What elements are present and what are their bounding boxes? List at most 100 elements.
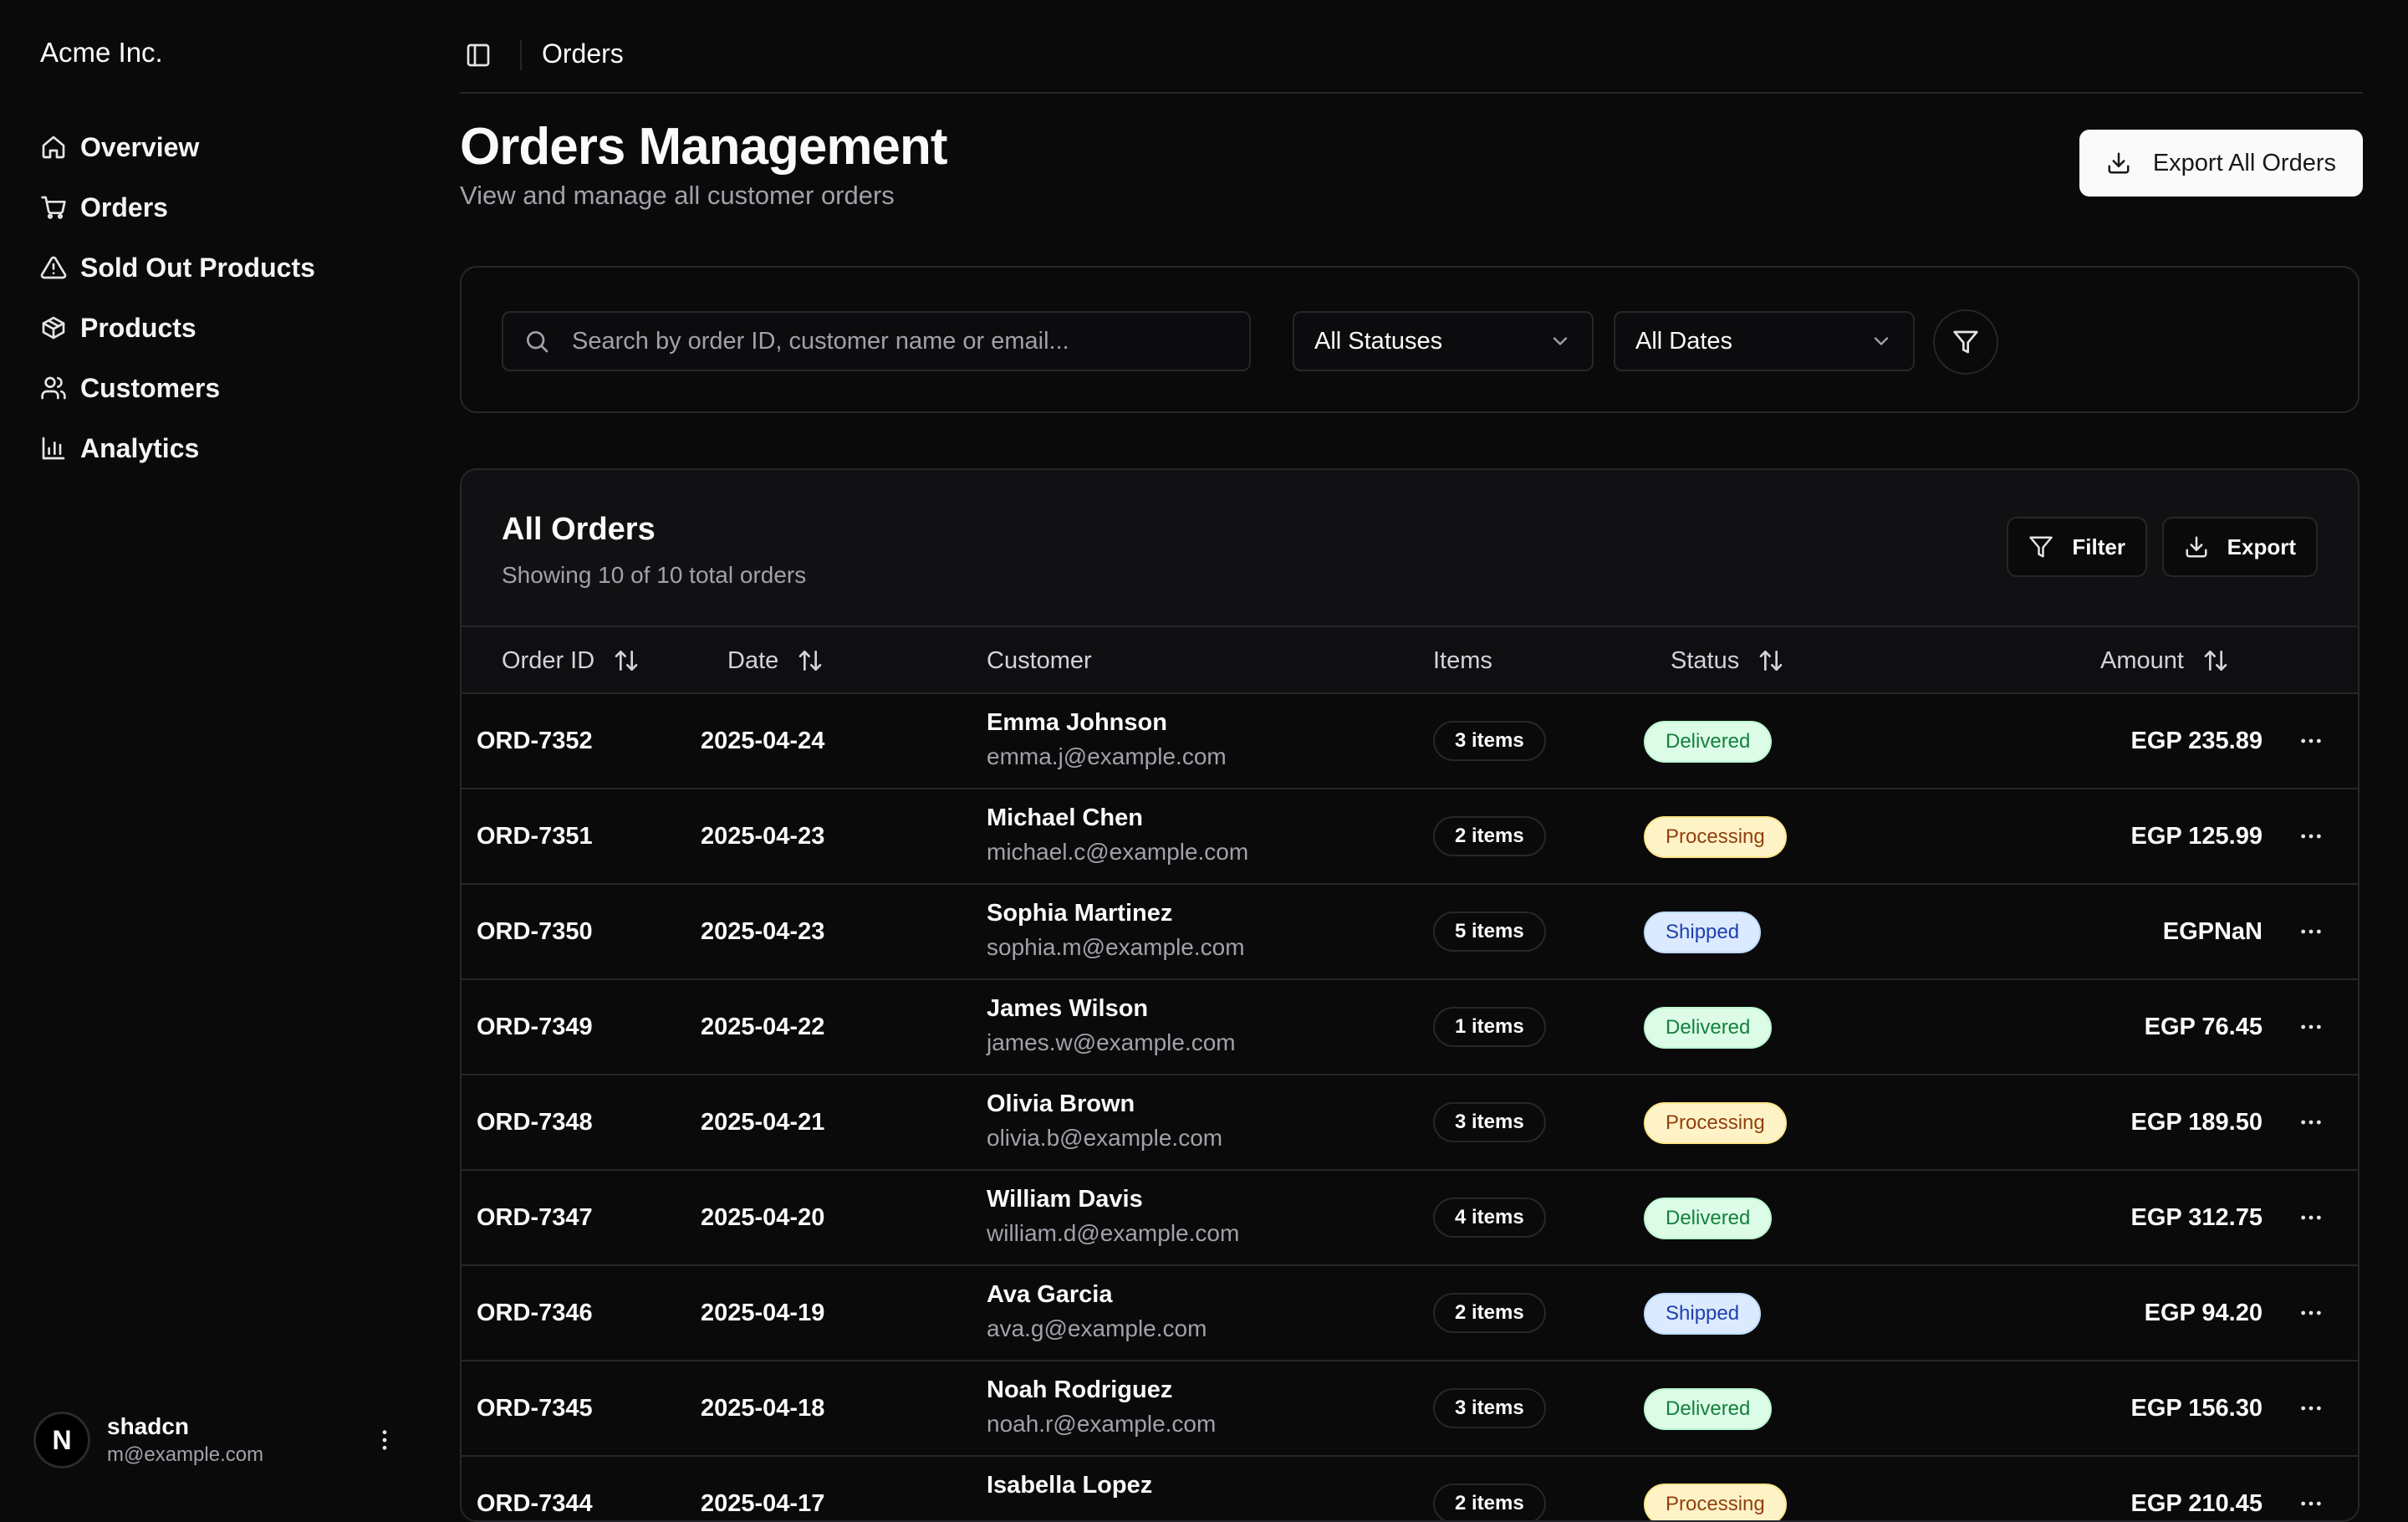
- sort-icon[interactable]: [2202, 647, 2229, 674]
- table-row[interactable]: ORD-7344 2025-04-17 Isabella Lopez 2 items P…: [462, 1457, 2358, 1520]
- more-horizontal-icon[interactable]: [2291, 1293, 2331, 1333]
- filter-button[interactable]: Filter: [2007, 517, 2147, 577]
- table-row[interactable]: ORD-7346 2025-04-19 Ava Garcia ava.g@exampl…: [462, 1266, 2358, 1361]
- column-label: Items: [1433, 646, 1492, 674]
- table-row[interactable]: ORD-7349 2025-04-22 James Wilson james.w@ex…: [462, 980, 2358, 1075]
- table-row[interactable]: ORD-7352 2025-04-24 Emma Johnson emma.j@exa…: [462, 694, 2358, 789]
- chevron-down-icon: [1548, 329, 1572, 353]
- alert-triangle-icon: [40, 254, 67, 281]
- order-amount: EGPNaN: [2162, 917, 2263, 945]
- sidebar-item-customers[interactable]: Customers: [40, 358, 315, 418]
- column-header-status[interactable]: Status: [1671, 627, 1784, 694]
- items-badge: 1 items: [1433, 1007, 1546, 1047]
- status-badge: Shipped: [1644, 1293, 1762, 1335]
- customer-cell: Michael Chen michael.c@example.com: [987, 804, 1248, 866]
- status-badge: Processing: [1644, 1102, 1787, 1144]
- customer-name: Olivia Brown: [987, 1090, 1135, 1117]
- customer-email: olivia.b@example.com: [987, 1125, 1223, 1151]
- more-horizontal-icon[interactable]: [2291, 816, 2331, 856]
- sort-icon[interactable]: [797, 647, 824, 674]
- sidebar-item-sold-out-products[interactable]: Sold Out Products: [40, 237, 315, 298]
- items-badge: 3 items: [1433, 1388, 1546, 1428]
- more-horizontal-icon[interactable]: [2291, 1102, 2331, 1142]
- order-amount: EGP 76.45: [2144, 1013, 2263, 1040]
- customer-name: William Davis: [987, 1186, 1143, 1213]
- sidebar: Acme Inc. Overview Orders Sold Out Produ…: [0, 0, 426, 1505]
- order-amount: EGP 235.89: [2130, 727, 2263, 754]
- items-badge: 4 items: [1433, 1198, 1546, 1238]
- brand-name: Acme Inc.: [40, 37, 163, 68]
- order-date: 2025-04-19: [701, 1299, 825, 1326]
- filters-card: All Statuses All Dates: [460, 266, 2360, 413]
- column-label: Status: [1671, 646, 1740, 674]
- sidebar-item-label: Orders: [80, 192, 168, 222]
- search-field[interactable]: [502, 311, 1251, 371]
- customer-email: ava.g@example.com: [987, 1315, 1207, 1341]
- column-header-items: Items: [1433, 627, 1492, 694]
- table-row[interactable]: ORD-7351 2025-04-23 Michael Chen michael.c@…: [462, 789, 2358, 885]
- date-select[interactable]: All Dates: [1614, 311, 1915, 371]
- table-row[interactable]: ORD-7348 2025-04-21 Olivia Brown olivia.b@e…: [462, 1075, 2358, 1171]
- table-header: Order ID Date Customer Items Status Amou…: [462, 626, 2358, 694]
- order-date: 2025-04-23: [701, 822, 825, 850]
- more-horizontal-icon[interactable]: [2291, 1198, 2331, 1238]
- page-subtitle: View and manage all customer orders: [460, 181, 895, 210]
- customer-cell: Noah Rodriguez noah.r@example.com: [987, 1376, 1216, 1438]
- export-button[interactable]: Export: [2161, 517, 2318, 577]
- items-badge: 2 items: [1433, 1293, 1546, 1333]
- order-date: 2025-04-22: [701, 1013, 825, 1040]
- customer-cell: Sophia Martinez sophia.m@example.com: [987, 900, 1245, 961]
- order-amount: EGP 125.99: [2130, 822, 2263, 850]
- sidebar-item-orders[interactable]: Orders: [40, 177, 315, 237]
- sidebar-toggle-icon[interactable]: [460, 37, 497, 74]
- order-id: ORD-7346: [477, 1299, 593, 1326]
- table-row[interactable]: ORD-7345 2025-04-18 Noah Rodriguez noah.r@e…: [462, 1361, 2358, 1457]
- customer-email: william.d@example.com: [987, 1220, 1240, 1246]
- sidebar-item-label: Analytics: [80, 432, 200, 463]
- status-badge: Shipped: [1644, 912, 1762, 953]
- download-icon: [2184, 534, 2209, 559]
- status-badge: Processing: [1644, 1484, 1787, 1520]
- items-badge: 2 items: [1433, 816, 1546, 856]
- more-horizontal-icon[interactable]: [2291, 721, 2331, 761]
- customer-cell: Emma Johnson emma.j@example.com: [987, 709, 1227, 770]
- status-select-value: All Statuses: [1314, 327, 1443, 355]
- customer-name: Ava Garcia: [987, 1281, 1113, 1308]
- more-horizontal-icon[interactable]: [2291, 1007, 2331, 1047]
- order-id: ORD-7344: [477, 1489, 593, 1517]
- sidebar-item-overview[interactable]: Overview: [40, 117, 315, 177]
- more-vertical-icon[interactable]: [368, 1423, 401, 1457]
- customer-cell: Isabella Lopez: [987, 1472, 1152, 1506]
- order-date: 2025-04-23: [701, 917, 825, 945]
- user-info: shadcn m@example.com: [107, 1413, 263, 1467]
- status-badge: Delivered: [1644, 1007, 1773, 1049]
- sort-icon[interactable]: [1758, 647, 1784, 674]
- column-header-order-id[interactable]: Order ID: [502, 627, 640, 694]
- user-profile[interactable]: N shadcn m@example.com: [33, 1410, 401, 1470]
- filter-icon-button[interactable]: [1933, 309, 1998, 375]
- order-id: ORD-7345: [477, 1394, 593, 1422]
- filter-button-label: Filter: [2072, 534, 2125, 559]
- sidebar-item-analytics[interactable]: Analytics: [40, 418, 315, 478]
- customer-name: Isabella Lopez: [987, 1472, 1153, 1499]
- filter-icon: [2028, 534, 2053, 559]
- export-all-orders-button[interactable]: Export All Orders: [2079, 130, 2363, 197]
- table-row[interactable]: ORD-7347 2025-04-20 William Davis william.d…: [462, 1171, 2358, 1266]
- more-horizontal-icon[interactable]: [2291, 1388, 2331, 1428]
- orders-title: All Orders: [502, 512, 656, 547]
- table-row[interactable]: ORD-7350 2025-04-23 Sophia Martinez sophia.…: [462, 885, 2358, 980]
- search-input[interactable]: [570, 326, 1242, 356]
- column-header-date[interactable]: Date: [727, 627, 824, 694]
- avatar: N: [33, 1412, 90, 1468]
- status-badge: Delivered: [1644, 721, 1773, 763]
- sidebar-item-products[interactable]: Products: [40, 298, 315, 358]
- more-horizontal-icon[interactable]: [2291, 912, 2331, 952]
- search-icon: [523, 328, 550, 355]
- customer-email: noah.r@example.com: [987, 1411, 1217, 1437]
- customer-email: michael.c@example.com: [987, 839, 1249, 865]
- more-horizontal-icon[interactable]: [2291, 1484, 2331, 1520]
- export-button-label: Export: [2227, 534, 2296, 559]
- status-select[interactable]: All Statuses: [1293, 311, 1594, 371]
- column-header-amount[interactable]: Amount: [2100, 627, 2229, 694]
- sort-icon[interactable]: [613, 647, 640, 674]
